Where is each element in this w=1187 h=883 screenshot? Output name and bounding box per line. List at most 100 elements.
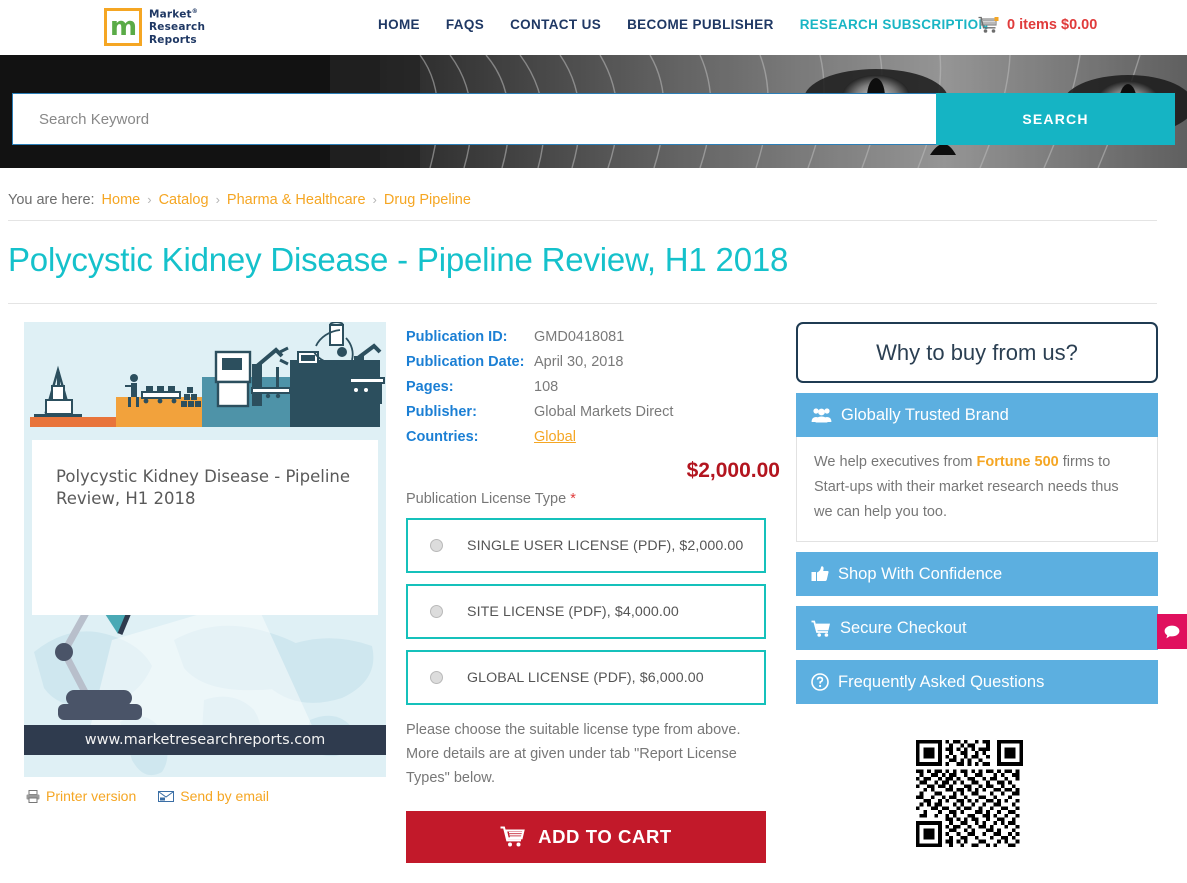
logo-line-2: Research bbox=[149, 21, 206, 34]
panel-frequently-asked-questions: Frequently Asked Questions bbox=[796, 660, 1158, 705]
nav-item-research-subscription[interactable]: RESEARCH SUBSCRIPTION bbox=[800, 17, 989, 32]
search-bar: SEARCH bbox=[12, 93, 1175, 145]
detail-label: Pages: bbox=[406, 379, 454, 395]
license-option-single-user[interactable]: SINGLE USER LICENSE (PDF), $2,000.00 bbox=[406, 518, 766, 573]
search-button[interactable]: SEARCH bbox=[936, 93, 1175, 145]
main-navigation: HOME FAQS CONTACT US BECOME PUBLISHER RE… bbox=[378, 17, 989, 32]
page-title: Polycystic Kidney Disease - Pipeline Rev… bbox=[8, 241, 789, 278]
chat-widget-tab[interactable] bbox=[1157, 614, 1187, 649]
detail-value: GMD0418081 bbox=[534, 329, 625, 345]
detail-value: 108 bbox=[534, 379, 559, 395]
printer-version-label: Printer version bbox=[46, 788, 137, 804]
breadcrumb-separator-icon: › bbox=[147, 192, 152, 207]
panel-body: We help executives from Fortune 500 firm… bbox=[796, 437, 1158, 543]
thumbs-up-icon bbox=[811, 566, 829, 582]
panel-header[interactable]: Secure Checkout bbox=[796, 606, 1158, 651]
cover-website-url: www.marketresearchreports.com bbox=[24, 725, 386, 755]
panel-title: Frequently Asked Questions bbox=[838, 672, 1045, 691]
nav-item-faqs[interactable]: FAQS bbox=[446, 17, 484, 32]
detail-row-pages: Pages: 108 bbox=[406, 377, 788, 397]
add-to-cart-button[interactable]: ADD TO CART bbox=[406, 810, 766, 863]
radio-single-user[interactable] bbox=[430, 539, 443, 552]
question-circle-icon bbox=[811, 673, 829, 692]
nav-item-contact-us[interactable]: CONTACT US bbox=[510, 17, 601, 32]
fortune-500-highlight: Fortune 500 bbox=[976, 454, 1059, 470]
add-to-cart-label: ADD TO CART bbox=[538, 825, 672, 847]
license-option-label: GLOBAL LICENSE (PDF), $6,000.00 bbox=[467, 669, 704, 686]
license-option-label: SITE LICENSE (PDF), $4,000.00 bbox=[467, 603, 679, 620]
detail-label: Publication ID: bbox=[406, 329, 508, 345]
panel-title: Secure Checkout bbox=[840, 618, 967, 637]
cover-action-links: Printer version Send by email bbox=[24, 788, 390, 804]
panel-globally-trusted-brand: Globally Trusted Brand We help executive… bbox=[796, 393, 1158, 543]
publication-details: Publication ID: GMD0418081 Publication D… bbox=[406, 327, 788, 447]
product-main: Polycystic Kidney Disease - Pipeline Rev… bbox=[0, 304, 1187, 863]
send-by-email-link[interactable]: Send by email bbox=[158, 788, 269, 804]
required-marker: * bbox=[570, 491, 576, 507]
breadcrumb: You are here: Home › Catalog › Pharma & … bbox=[0, 168, 1187, 211]
nav-item-become-publisher[interactable]: BECOME PUBLISHER bbox=[627, 17, 774, 32]
cart-summary[interactable]: 0 items $0.00 bbox=[978, 16, 1097, 34]
panel-header[interactable]: Frequently Asked Questions bbox=[796, 660, 1158, 705]
detail-row-publication-date: Publication Date: April 30, 2018 bbox=[406, 352, 788, 372]
panel-header[interactable]: Globally Trusted Brand bbox=[796, 393, 1158, 437]
license-type-label-text: Publication License Type bbox=[406, 491, 567, 507]
breadcrumb-separator-icon: › bbox=[372, 192, 377, 207]
panel-secure-checkout: Secure Checkout bbox=[796, 606, 1158, 651]
detail-row-countries: Countries: Global bbox=[406, 427, 788, 447]
detail-value-countries-link[interactable]: Global bbox=[534, 427, 576, 447]
breadcrumb-item-drug-pipeline[interactable]: Drug Pipeline bbox=[384, 192, 471, 208]
breadcrumb-separator-icon: › bbox=[215, 192, 220, 207]
radio-global[interactable] bbox=[430, 671, 443, 684]
license-option-site[interactable]: SITE LICENSE (PDF), $4,000.00 bbox=[406, 584, 766, 639]
detail-value: Global Markets Direct bbox=[534, 404, 674, 420]
search-input[interactable] bbox=[12, 93, 936, 145]
search-banner: SEARCH bbox=[0, 55, 1187, 168]
license-type-label: Publication License Type * bbox=[406, 491, 788, 507]
why-buy-sidebar: Why to buy from us? Globally Trusted Bra… bbox=[788, 322, 1168, 863]
qr-code-image bbox=[916, 740, 1023, 848]
detail-row-publisher: Publisher: Global Markets Direct bbox=[406, 402, 788, 422]
detail-label: Publication Date: bbox=[406, 354, 525, 370]
detail-label: Countries: bbox=[406, 429, 479, 445]
radio-site[interactable] bbox=[430, 605, 443, 618]
why-buy-title-box: Why to buy from us? bbox=[796, 322, 1158, 383]
cover-title: Polycystic Kidney Disease - Pipeline Rev… bbox=[32, 440, 378, 615]
breadcrumb-item-home[interactable]: Home bbox=[102, 192, 141, 208]
qr-code bbox=[916, 740, 1168, 852]
product-cover-image[interactable]: Polycystic Kidney Disease - Pipeline Rev… bbox=[24, 322, 386, 777]
panel-shop-with-confidence: Shop With Confidence bbox=[796, 552, 1158, 597]
product-purchase-column: Publication ID: GMD0418081 Publication D… bbox=[390, 322, 788, 863]
panel-body-before: We help executives from bbox=[814, 454, 977, 470]
logo-registered: ® bbox=[191, 8, 198, 15]
panel-header[interactable]: Shop With Confidence bbox=[796, 552, 1158, 597]
logo-line-1: Market bbox=[149, 8, 192, 21]
users-group-icon bbox=[811, 408, 832, 423]
product-media-column: Polycystic Kidney Disease - Pipeline Rev… bbox=[0, 322, 390, 863]
site-header: m Market® Research Reports HOME FAQS CON… bbox=[0, 0, 1187, 55]
logo-line-3: Reports bbox=[149, 34, 197, 47]
license-option-global[interactable]: GLOBAL LICENSE (PDF), $6,000.00 bbox=[406, 650, 766, 705]
envelope-icon bbox=[158, 790, 175, 802]
breadcrumb-prefix: You are here: bbox=[8, 191, 95, 208]
panel-title: Shop With Confidence bbox=[838, 564, 1003, 583]
send-by-email-label: Send by email bbox=[180, 788, 269, 804]
cart-total-label: 0 items $0.00 bbox=[1007, 17, 1098, 33]
chat-bubble-icon bbox=[1164, 625, 1180, 638]
breadcrumb-divider bbox=[8, 220, 1157, 221]
logo-mark-icon: m bbox=[104, 8, 142, 47]
detail-row-publication-id: Publication ID: GMD0418081 bbox=[406, 327, 788, 347]
breadcrumb-item-pharma-healthcare[interactable]: Pharma & Healthcare bbox=[227, 192, 366, 208]
why-buy-title: Why to buy from us? bbox=[876, 339, 1078, 365]
printer-version-link[interactable]: Printer version bbox=[26, 788, 136, 804]
license-option-label: SINGLE USER LICENSE (PDF), $2,000.00 bbox=[467, 537, 744, 554]
license-help-note: Please choose the suitable license type … bbox=[406, 722, 741, 786]
detail-label: Publisher: bbox=[406, 404, 477, 420]
breadcrumb-item-catalog[interactable]: Catalog bbox=[159, 192, 209, 208]
product-price: $2,000.00 bbox=[686, 459, 780, 482]
nav-item-home[interactable]: HOME bbox=[378, 17, 420, 32]
site-logo[interactable]: m Market® Research Reports bbox=[104, 8, 205, 47]
logo-text: Market® Research Reports bbox=[149, 8, 205, 47]
printer-icon bbox=[26, 789, 40, 803]
cart-icon bbox=[500, 826, 525, 847]
